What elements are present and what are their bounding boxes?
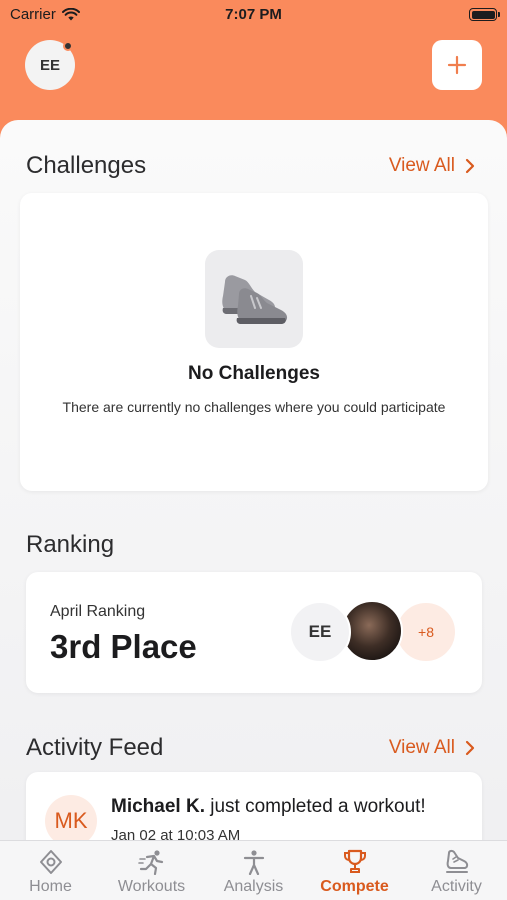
feed-item-text: Michael K. just completed a workout! (111, 796, 426, 818)
challenges-view-all[interactable]: View All (389, 155, 475, 177)
feed-action: just completed a workout! (204, 796, 426, 817)
shoes-icon (205, 250, 303, 348)
add-button[interactable] (432, 40, 482, 90)
ranking-title: Ranking (26, 531, 115, 558)
tab-home[interactable]: Home (0, 841, 101, 900)
tab-compete[interactable]: Compete (304, 841, 405, 900)
empty-challenges-message: There are currently no challenges where … (62, 399, 446, 415)
tab-analysis[interactable]: Analysis (203, 841, 304, 900)
profile-initials: EE (39, 56, 60, 74)
participant-avatar: EE (289, 601, 351, 663)
tab-home-label: Home (29, 878, 72, 895)
home-icon (39, 850, 62, 874)
tab-activity-label: Activity (431, 878, 482, 895)
analysis-icon (243, 850, 264, 875)
challenges-title: Challenges (26, 152, 147, 179)
challenges-view-all-label: View All (388, 155, 455, 176)
ranking-place: 3rd Place (50, 628, 197, 665)
battery-icon (469, 8, 500, 21)
activity-feed-title: Activity Feed (26, 734, 164, 761)
profile-avatar[interactable]: EE (25, 40, 75, 90)
tab-workouts[interactable]: Workouts (101, 841, 202, 900)
tab-analysis-label: Analysis (223, 878, 284, 895)
plus-icon (447, 55, 467, 75)
activity-feed-view-all[interactable]: View All (389, 737, 475, 759)
workouts-icon (137, 850, 163, 875)
tab-bar: Home Workouts Analysis Compete Activity (0, 840, 507, 900)
empty-challenges-title: No Challenges (188, 363, 320, 384)
activity-icon (445, 849, 468, 873)
chevron-right-icon (465, 158, 475, 174)
tab-activity[interactable]: Activity (406, 841, 507, 900)
tab-workouts-label: Workouts (117, 878, 186, 895)
activity-feed-view-all-label: View All (388, 737, 455, 758)
participants-more-badge: +8 (395, 601, 457, 663)
chevron-right-icon (465, 740, 475, 756)
status-bar: Carrier 7:07 PM (0, 0, 507, 30)
feed-user-name: Michael K. (111, 796, 205, 817)
status-time: 7:07 PM (225, 6, 282, 23)
ranking-period-label: April Ranking (50, 603, 146, 620)
notification-dot (63, 41, 73, 51)
tab-compete-label: Compete (320, 878, 389, 895)
trophy-icon (343, 849, 366, 873)
